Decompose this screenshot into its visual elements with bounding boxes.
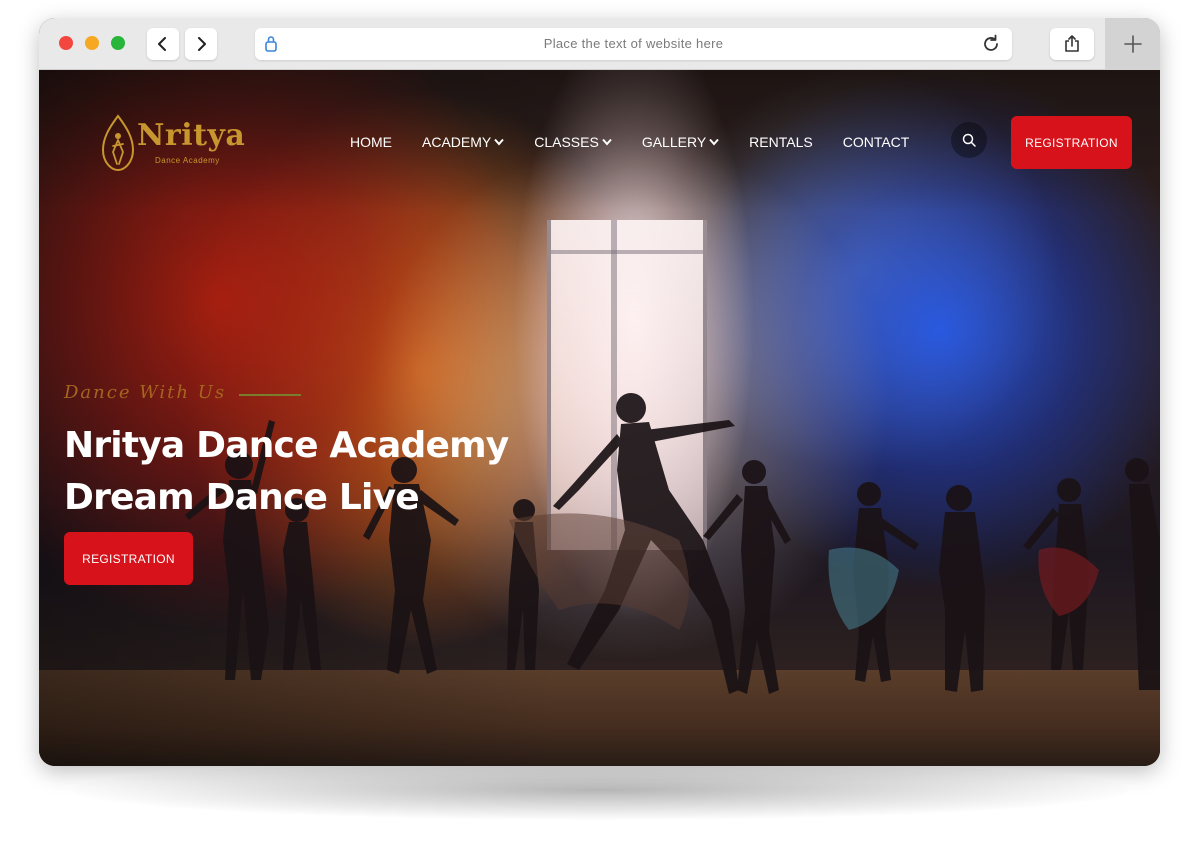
site-logo[interactable]: Nritya Dance Academy (99, 114, 249, 174)
nav-item-gallery[interactable]: GALLERY (642, 134, 719, 150)
hero-section: Nritya Dance Academy HOME ACADEMY CLASSE… (39, 70, 1160, 766)
header-registration-button[interactable]: REGISTRATION (1011, 116, 1132, 169)
dancer-logo-icon (101, 114, 135, 172)
minimize-window-button[interactable] (85, 36, 99, 50)
search-button[interactable] (951, 122, 987, 158)
hero-headline-line-2: Dream Dance Live (64, 477, 420, 518)
browser-toolbar: Place the text of website here (39, 18, 1160, 70)
nav-item-contact[interactable]: CONTACT (843, 134, 910, 150)
forward-arrow-icon (198, 37, 206, 51)
nav-item-label: CONTACT (842, 134, 910, 150)
logo-wordmark: Nritya (137, 118, 246, 153)
nav-item-label: RENTALS (749, 134, 813, 150)
tagline-divider (239, 394, 301, 396)
address-bar-placeholder: Place the text of website here (543, 36, 724, 51)
window-shadow (70, 760, 1130, 820)
chevron-down-icon (602, 138, 612, 146)
back-button[interactable] (147, 28, 179, 60)
logo-subtitle: Dance Academy (155, 156, 220, 165)
back-arrow-icon (158, 37, 166, 51)
main-navigation: HOME ACADEMY CLASSES GALLERY RENTALS CON… (350, 134, 939, 150)
share-button[interactable] (1050, 28, 1094, 60)
nav-item-classes[interactable]: CLASSES (534, 134, 612, 150)
hero-tagline: Dance With Us (64, 382, 227, 403)
maximize-window-button[interactable] (111, 36, 125, 50)
plus-icon (1123, 35, 1142, 53)
hero-headline-line-1: Nritya Dance Academy (64, 425, 509, 466)
browser-window: Place the text of website here Nritya Da… (39, 18, 1160, 766)
nav-item-label: ACADEMY (422, 134, 492, 150)
nav-item-label: HOME (350, 134, 392, 150)
share-icon (1065, 35, 1079, 52)
forward-button[interactable] (185, 28, 217, 60)
search-icon (962, 133, 976, 147)
hero-registration-button[interactable]: REGISTRATION (64, 532, 193, 585)
new-tab-button[interactable] (1105, 18, 1160, 70)
nav-item-label: GALLERY (641, 134, 707, 150)
chevron-down-icon (494, 138, 504, 146)
address-bar[interactable]: Place the text of website here (255, 28, 1012, 60)
chevron-down-icon (709, 138, 719, 146)
hero-headline: Nritya Dance Academy Dream Dance Live (64, 420, 509, 524)
close-window-button[interactable] (59, 36, 73, 50)
dancers-image (185, 393, 1160, 694)
nav-item-home[interactable]: HOME (350, 134, 392, 150)
nav-item-academy[interactable]: ACADEMY (422, 134, 504, 150)
screenshot-stage: Place the text of website here Nritya Da… (0, 0, 1200, 841)
nav-item-label: CLASSES (534, 134, 599, 150)
nav-item-rentals[interactable]: RENTALS (749, 134, 813, 150)
reload-icon[interactable] (980, 33, 1002, 55)
